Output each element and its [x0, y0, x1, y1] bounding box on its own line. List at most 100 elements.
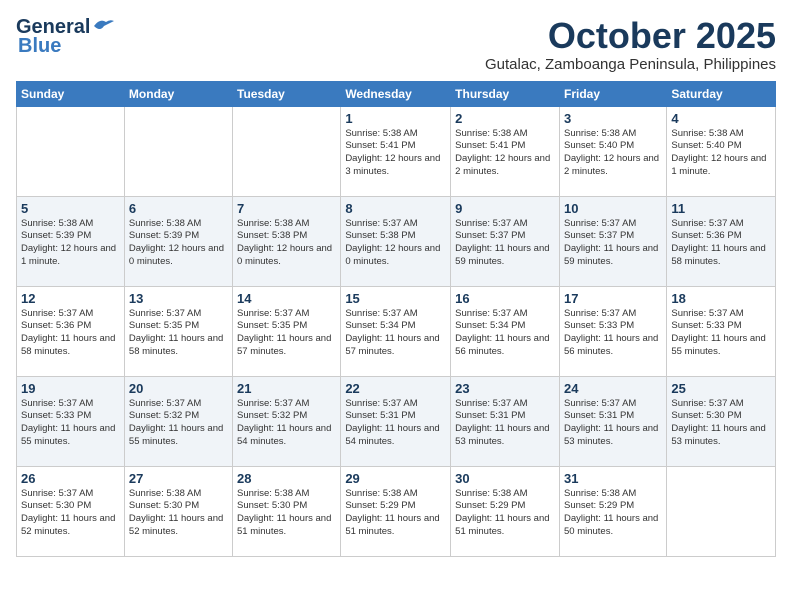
calendar-week-row: 5 Sunrise: 5:38 AM Sunset: 5:39 PM Daylig… — [17, 196, 776, 286]
calendar-day-cell: 27 Sunrise: 5:38 AM Sunset: 5:30 PM Dayli… — [124, 466, 232, 556]
header-wednesday: Wednesday — [341, 81, 451, 106]
calendar-day-cell: 22 Sunrise: 5:37 AM Sunset: 5:31 PM Dayli… — [341, 376, 451, 466]
day-number: 26 — [21, 471, 120, 486]
day-detail: Sunrise: 5:38 AM Sunset: 5:38 PM Dayligh… — [237, 218, 336, 269]
calendar-day-cell: 17 Sunrise: 5:37 AM Sunset: 5:33 PM Dayli… — [559, 286, 666, 376]
day-detail: Sunrise: 5:38 AM Sunset: 5:29 PM Dayligh… — [564, 488, 662, 539]
day-detail: Sunrise: 5:37 AM Sunset: 5:33 PM Dayligh… — [671, 308, 771, 359]
calendar-day-cell: 29 Sunrise: 5:38 AM Sunset: 5:29 PM Dayli… — [341, 466, 451, 556]
calendar-day-cell: 16 Sunrise: 5:37 AM Sunset: 5:34 PM Dayli… — [451, 286, 560, 376]
calendar-day-cell: 3Sunrise: 5:38 AM Sunset: 5:40 PM Daylig… — [559, 106, 666, 196]
day-number: 21 — [237, 381, 336, 396]
header-friday: Friday — [559, 81, 666, 106]
logo-bird-icon — [92, 18, 114, 34]
day-number: 9 — [455, 201, 555, 216]
calendar-day-cell: 7Sunrise: 5:38 AM Sunset: 5:38 PM Daylig… — [233, 196, 341, 286]
calendar-day-cell: 20 Sunrise: 5:37 AM Sunset: 5:32 PM Dayli… — [124, 376, 232, 466]
day-number: 17 — [564, 291, 662, 306]
calendar-day-cell: 11 Sunrise: 5:37 AM Sunset: 5:36 PM Dayli… — [667, 196, 776, 286]
day-number: 12 — [21, 291, 120, 306]
day-detail: Sunrise: 5:37 AM Sunset: 5:37 PM Dayligh… — [455, 218, 555, 269]
day-detail: Sunrise: 5:38 AM Sunset: 5:29 PM Dayligh… — [345, 488, 446, 539]
day-number: 29 — [345, 471, 446, 486]
logo: General Blue — [16, 16, 114, 58]
day-detail: Sunrise: 5:38 AM Sunset: 5:30 PM Dayligh… — [129, 488, 228, 539]
calendar-day-cell: 23Sunrise: 5:37 AM Sunset: 5:31 PM Dayli… — [451, 376, 560, 466]
header-tuesday: Tuesday — [233, 81, 341, 106]
day-detail: Sunrise: 5:37 AM Sunset: 5:31 PM Dayligh… — [345, 398, 446, 449]
calendar-day-cell: 5 Sunrise: 5:38 AM Sunset: 5:39 PM Daylig… — [17, 196, 125, 286]
day-number: 27 — [129, 471, 228, 486]
calendar-day-cell: 25Sunrise: 5:37 AM Sunset: 5:30 PM Dayli… — [667, 376, 776, 466]
day-number: 6 — [129, 201, 228, 216]
calendar-day-cell: 26 Sunrise: 5:37 AM Sunset: 5:30 PM Dayli… — [17, 466, 125, 556]
calendar-day-cell — [17, 106, 125, 196]
day-detail: Sunrise: 5:37 AM Sunset: 5:32 PM Dayligh… — [237, 398, 336, 449]
day-detail: Sunrise: 5:37 AM Sunset: 5:37 PM Dayligh… — [564, 218, 662, 269]
day-number: 11 — [671, 201, 771, 216]
day-number: 15 — [345, 291, 446, 306]
day-detail: Sunrise: 5:37 AM Sunset: 5:30 PM Dayligh… — [21, 488, 120, 539]
calendar-day-cell: 9 Sunrise: 5:37 AM Sunset: 5:37 PM Daylig… — [451, 196, 560, 286]
calendar-week-row: 26 Sunrise: 5:37 AM Sunset: 5:30 PM Dayli… — [17, 466, 776, 556]
day-detail: Sunrise: 5:38 AM Sunset: 5:29 PM Dayligh… — [455, 488, 555, 539]
day-number: 20 — [129, 381, 228, 396]
day-number: 2 — [455, 111, 555, 126]
calendar-day-cell: 13 Sunrise: 5:37 AM Sunset: 5:35 PM Dayli… — [124, 286, 232, 376]
day-detail: Sunrise: 5:38 AM Sunset: 5:39 PM Dayligh… — [21, 218, 120, 269]
day-detail: Sunrise: 5:37 AM Sunset: 5:33 PM Dayligh… — [564, 308, 662, 359]
calendar-day-cell: 18 Sunrise: 5:37 AM Sunset: 5:33 PM Dayli… — [667, 286, 776, 376]
day-number: 1 — [345, 111, 446, 126]
month-title: October 2025 — [485, 16, 776, 56]
day-detail: Sunrise: 5:37 AM Sunset: 5:32 PM Dayligh… — [129, 398, 228, 449]
day-detail: Sunrise: 5:38 AM Sunset: 5:39 PM Dayligh… — [129, 218, 228, 269]
calendar-day-cell: 12 Sunrise: 5:37 AM Sunset: 5:36 PM Dayli… — [17, 286, 125, 376]
calendar-day-cell — [233, 106, 341, 196]
calendar-table: SundayMondayTuesdayWednesdayThursdayFrid… — [16, 81, 776, 557]
day-number: 22 — [345, 381, 446, 396]
day-number: 8 — [345, 201, 446, 216]
title-area: October 2025 Gutalac, Zamboanga Peninsul… — [485, 16, 776, 73]
day-number: 24 — [564, 381, 662, 396]
day-detail: Sunrise: 5:37 AM Sunset: 5:36 PM Dayligh… — [21, 308, 120, 359]
calendar-day-cell: 21 Sunrise: 5:37 AM Sunset: 5:32 PM Dayli… — [233, 376, 341, 466]
calendar-week-row: 1 Sunrise: 5:38 AM Sunset: 5:41 PM Daylig… — [17, 106, 776, 196]
calendar-day-cell: 14 Sunrise: 5:37 AM Sunset: 5:35 PM Dayli… — [233, 286, 341, 376]
day-number: 14 — [237, 291, 336, 306]
day-detail: Sunrise: 5:37 AM Sunset: 5:34 PM Dayligh… — [455, 308, 555, 359]
day-number: 4 — [671, 111, 771, 126]
day-detail: Sunrise: 5:38 AM Sunset: 5:30 PM Dayligh… — [237, 488, 336, 539]
day-number: 30 — [455, 471, 555, 486]
calendar-day-cell — [667, 466, 776, 556]
day-number: 13 — [129, 291, 228, 306]
day-number: 18 — [671, 291, 771, 306]
day-number: 28 — [237, 471, 336, 486]
day-detail: Sunrise: 5:37 AM Sunset: 5:31 PM Dayligh… — [455, 398, 555, 449]
day-number: 5 — [21, 201, 120, 216]
calendar-day-cell: 19 Sunrise: 5:37 AM Sunset: 5:33 PM Dayli… — [17, 376, 125, 466]
day-detail: Sunrise: 5:37 AM Sunset: 5:30 PM Dayligh… — [671, 398, 771, 449]
location-title: Gutalac, Zamboanga Peninsula, Philippine… — [485, 56, 776, 73]
day-detail: Sunrise: 5:37 AM Sunset: 5:35 PM Dayligh… — [129, 308, 228, 359]
day-detail: Sunrise: 5:37 AM Sunset: 5:33 PM Dayligh… — [21, 398, 120, 449]
day-detail: Sunrise: 5:37 AM Sunset: 5:31 PM Dayligh… — [564, 398, 662, 449]
header-thursday: Thursday — [451, 81, 560, 106]
day-detail: Sunrise: 5:37 AM Sunset: 5:38 PM Dayligh… — [345, 218, 446, 269]
day-number: 19 — [21, 381, 120, 396]
day-detail: Sunrise: 5:38 AM Sunset: 5:40 PM Dayligh… — [671, 128, 771, 179]
day-number: 31 — [564, 471, 662, 486]
calendar-day-cell: 30 Sunrise: 5:38 AM Sunset: 5:29 PM Dayli… — [451, 466, 560, 556]
day-number: 16 — [455, 291, 555, 306]
calendar-day-cell: 31 Sunrise: 5:38 AM Sunset: 5:29 PM Dayli… — [559, 466, 666, 556]
calendar-week-row: 19 Sunrise: 5:37 AM Sunset: 5:33 PM Dayli… — [17, 376, 776, 466]
day-detail: Sunrise: 5:37 AM Sunset: 5:36 PM Dayligh… — [671, 218, 771, 269]
calendar-day-cell: 10Sunrise: 5:37 AM Sunset: 5:37 PM Dayli… — [559, 196, 666, 286]
calendar-day-cell — [124, 106, 232, 196]
calendar-day-cell: 1 Sunrise: 5:38 AM Sunset: 5:41 PM Daylig… — [341, 106, 451, 196]
calendar-week-row: 12 Sunrise: 5:37 AM Sunset: 5:36 PM Dayli… — [17, 286, 776, 376]
day-detail: Sunrise: 5:38 AM Sunset: 5:41 PM Dayligh… — [345, 128, 446, 179]
day-detail: Sunrise: 5:37 AM Sunset: 5:35 PM Dayligh… — [237, 308, 336, 359]
calendar-day-cell: 28 Sunrise: 5:38 AM Sunset: 5:30 PM Dayli… — [233, 466, 341, 556]
logo-blue: Blue — [18, 35, 61, 58]
calendar-day-cell: 2Sunrise: 5:38 AM Sunset: 5:41 PM Daylig… — [451, 106, 560, 196]
